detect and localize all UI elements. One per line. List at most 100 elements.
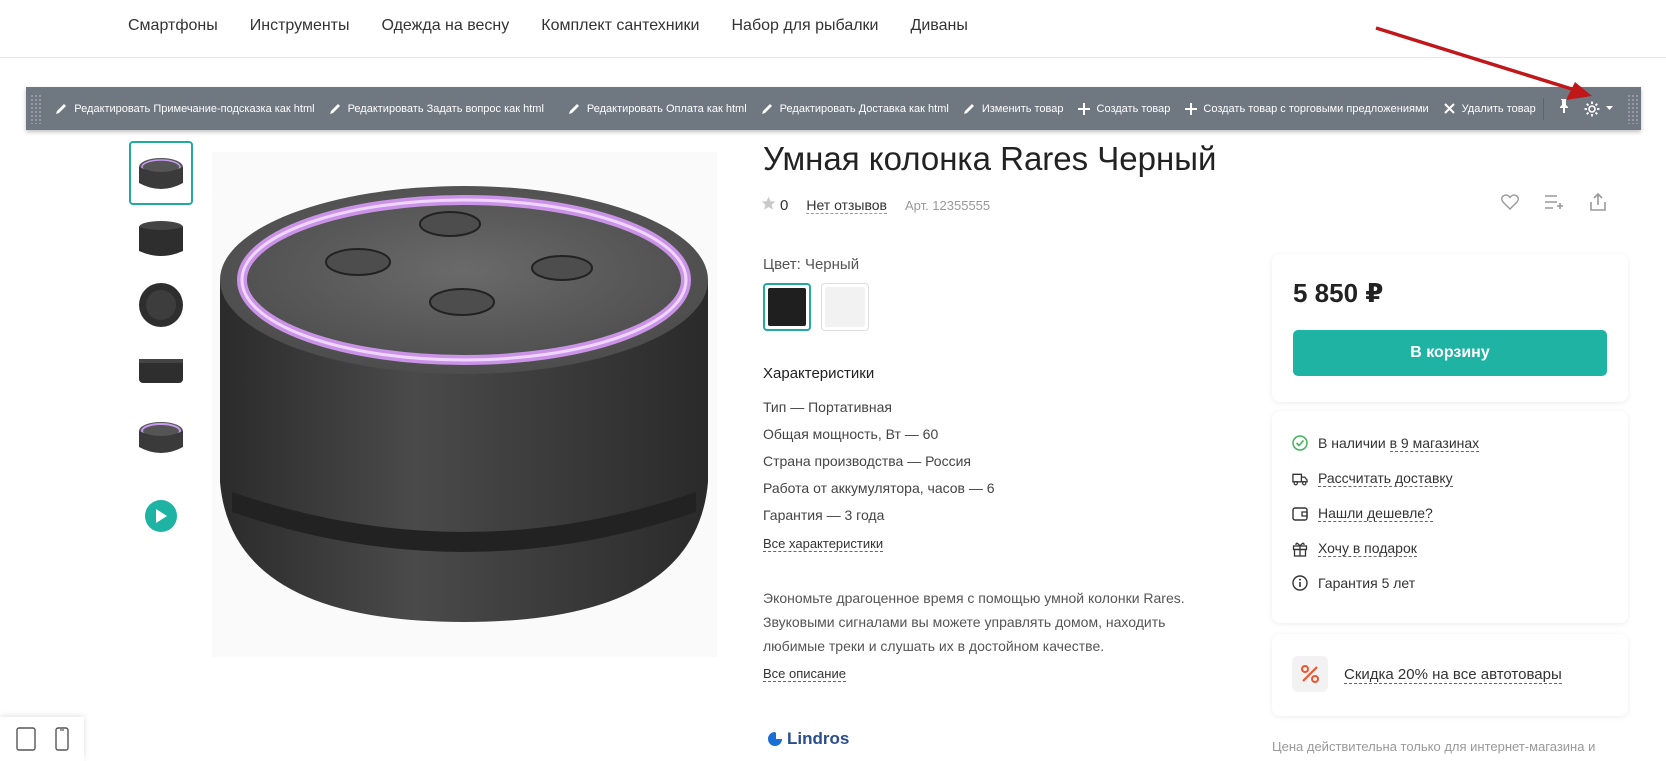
button-label: Редактировать Примечание-подсказка как h… [74, 102, 315, 115]
specs-list: Тип — Портативная Общая мощность, Вт — 6… [763, 398, 995, 533]
color-swatches [763, 283, 869, 331]
compare-icon[interactable] [1544, 192, 1564, 212]
color-label: Цвет: Черный [763, 256, 860, 273]
all-description-link[interactable]: Все описание [763, 666, 846, 682]
gift-row: Хочу в подарок [1292, 540, 1417, 557]
edit-hint-html-button[interactable]: Редактировать Примечание-подсказка как h… [48, 87, 321, 130]
brand-name: Lindros [787, 729, 850, 748]
chevron-down-icon [1605, 106, 1613, 110]
warranty-text: Гарантия 5 лет [1318, 575, 1416, 591]
availability-row: В наличии в 9 магазинах [1292, 435, 1480, 452]
pin-icon[interactable] [1558, 98, 1570, 119]
phone-icon[interactable] [54, 727, 69, 751]
product-description: Экономьте драгоценное время с помощью ум… [763, 590, 1185, 654]
product-title: Умная колонка Rares Черный [763, 140, 1217, 177]
warranty-row: Гарантия 5 лет [1292, 575, 1415, 591]
tablet-icon[interactable] [15, 727, 36, 751]
pencil-icon [963, 102, 976, 115]
admin-toolbar-tools [1542, 97, 1619, 120]
drag-handle-right[interactable] [1626, 93, 1639, 124]
nav-item-fishing[interactable]: Набор для рыбалки [731, 17, 878, 35]
button-label: Редактировать Оплата как html [586, 102, 747, 115]
edit-product-button[interactable]: Изменить товар [956, 87, 1071, 130]
share-icon[interactable] [1588, 192, 1608, 212]
brand-logo[interactable]: Lindros [767, 729, 849, 749]
plus-icon [1078, 102, 1091, 115]
thumbnail-5[interactable] [129, 405, 193, 469]
button-label: Редактировать Доставка как html [779, 102, 949, 115]
edit-delivery-html-button[interactable]: Редактировать Доставка как html [754, 87, 956, 130]
want-as-gift-link[interactable]: Хочу в подарок [1318, 540, 1417, 557]
info-card: В наличии в 9 магазинах Рассчитать доста… [1272, 411, 1628, 623]
price-note: Цена действительна только для интернет-м… [1272, 739, 1596, 754]
drag-handle-left[interactable] [30, 93, 43, 124]
promo-link[interactable]: Скидка 20% на все автотовары [1344, 666, 1562, 684]
button-label: Создать товар [1096, 102, 1171, 115]
spec-row: Тип — Портативная [763, 399, 892, 415]
create-product-with-offers-button[interactable]: Создать товар с торговыми предложениями [1177, 87, 1435, 130]
info-icon [1292, 575, 1308, 591]
button-label: Удалить товар [1461, 102, 1536, 115]
create-product-button[interactable]: Создать товар [1071, 87, 1178, 130]
nav-item-spring-clothes[interactable]: Одежда на весну [382, 17, 510, 35]
price-card: 5 850 ₽ В корзину [1272, 254, 1628, 402]
reviews-link[interactable]: Нет отзывов [806, 197, 887, 214]
spec-row: Гарантия — 3 года [763, 507, 885, 523]
admin-toolbar: Редактировать Примечание-подсказка как h… [26, 87, 1641, 130]
product-actions [1500, 192, 1608, 212]
device-switcher [0, 717, 84, 761]
star-icon [761, 196, 776, 214]
top-navigation: Смартфоны Инструменты Одежда на весну Ко… [0, 0, 1666, 58]
favorite-heart-icon[interactable] [1500, 192, 1520, 212]
calculate-delivery-link[interactable]: Рассчитать доставку [1318, 470, 1453, 487]
thumbnail-1[interactable] [129, 141, 193, 205]
thumbnail-4[interactable] [129, 339, 193, 403]
button-label: Редактировать Задать вопрос как html [347, 102, 544, 115]
edit-ask-question-html-button[interactable]: Редактировать Задать вопрос как html [322, 87, 551, 130]
video-play-button[interactable] [145, 500, 177, 532]
spec-row: Общая мощность, Вт — 60 [763, 426, 939, 442]
percent-icon [1292, 656, 1328, 692]
admin-toolbar-buttons: Редактировать Примечание-подсказка как h… [48, 87, 1542, 130]
speaker-thumbnail-icon [139, 283, 183, 327]
divider [1542, 97, 1544, 120]
button-label: Создать товар с торговыми предложениями [1203, 102, 1429, 115]
nav-item-tools[interactable]: Инструменты [250, 17, 350, 35]
speaker-thumbnail-icon [139, 221, 183, 256]
delivery-row: Рассчитать доставку [1292, 470, 1453, 487]
pencil-icon [761, 102, 774, 115]
cheaper-row: Нашли дешевле? [1292, 505, 1433, 522]
all-specs-link[interactable]: Все характеристики [763, 536, 884, 552]
spec-row: Страна производства — Россия [763, 453, 971, 469]
check-circle-icon [1292, 435, 1308, 451]
wallet-icon [1292, 506, 1308, 522]
color-swatch-black[interactable] [763, 283, 811, 331]
found-cheaper-link[interactable]: Нашли дешевле? [1318, 505, 1433, 522]
pencil-icon [329, 102, 342, 115]
availability-text: В наличии в 9 магазинах [1318, 435, 1480, 452]
product-sku: Арт. 12355555 [904, 197, 991, 213]
availability-prefix: В наличии [1318, 435, 1386, 451]
speaker-thumbnail-icon [139, 359, 183, 383]
delete-product-button[interactable]: Удалить товар [1436, 87, 1543, 130]
main-product-image[interactable] [212, 152, 717, 657]
settings-gear-icon[interactable] [1584, 101, 1613, 117]
play-icon [156, 509, 167, 523]
spec-row: Работа от аккумулятора, часов — 6 [763, 480, 995, 496]
rating-count: 0 [780, 196, 789, 214]
add-to-cart-button[interactable]: В корзину [1293, 330, 1607, 376]
thumbnail-2[interactable] [129, 207, 193, 271]
nav-item-smartphones[interactable]: Смартфоны [128, 17, 218, 35]
smart-speaker-image [220, 186, 708, 622]
nav-item-plumbing[interactable]: Комплект сантехники [541, 17, 699, 35]
nav-item-sofas[interactable]: Диваны [911, 17, 968, 35]
product-price: 5 850 ₽ [1293, 278, 1384, 308]
edit-payment-html-button[interactable]: Редактировать Оплата как html [561, 87, 754, 130]
color-swatch-white[interactable] [821, 283, 869, 331]
plus-icon [1184, 102, 1197, 115]
speaker-thumbnail-icon [139, 158, 183, 189]
stores-link[interactable]: в 9 магазинах [1389, 435, 1480, 452]
truck-icon [1292, 471, 1308, 487]
thumbnail-3[interactable] [129, 273, 193, 337]
specs-heading: Характеристики [763, 365, 875, 382]
